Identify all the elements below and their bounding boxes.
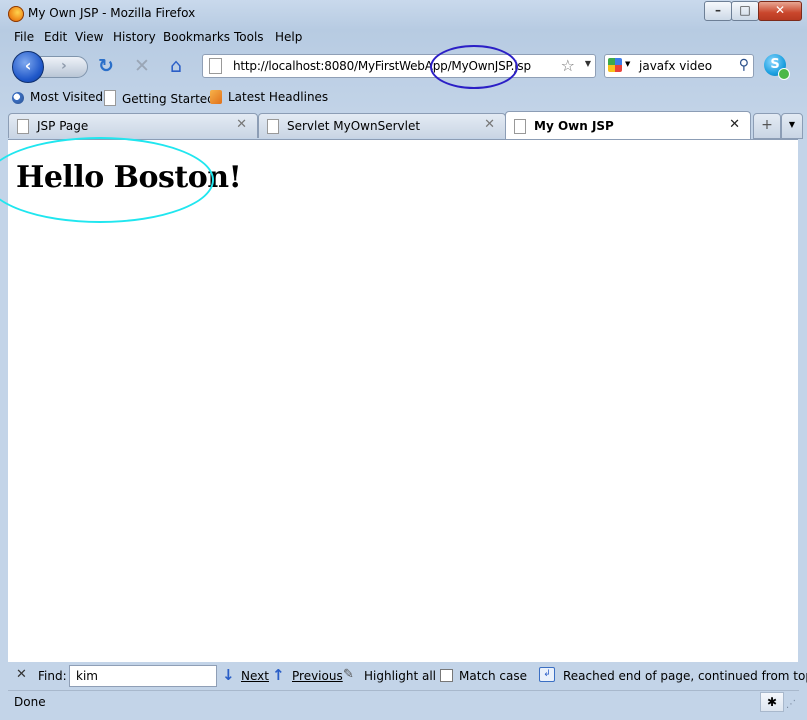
find-input-value: kim (76, 669, 98, 683)
menu-edit[interactable]: Edit (44, 30, 67, 44)
tab-jsp-page[interactable]: JSP Page ✕ (8, 113, 258, 138)
close-tab-icon[interactable]: ✕ (236, 117, 247, 132)
page-icon (209, 58, 222, 74)
highlighter-icon[interactable]: ✎ (343, 667, 354, 682)
tab-servlet[interactable]: Servlet MyOwnServlet ✕ (258, 113, 506, 138)
status-bar: Done ✱ ⋰ (8, 690, 799, 713)
forward-button[interactable]: › (40, 56, 88, 78)
close-tab-icon[interactable]: ✕ (729, 117, 740, 132)
bookmarks-toolbar: Most Visited Getting Started Latest Head… (0, 87, 807, 109)
search-magnifier-icon[interactable]: ⚲ (739, 57, 749, 73)
url-bar[interactable]: http://localhost:8080/MyFirstWebApp/MyOw… (202, 54, 596, 78)
new-tab-button[interactable]: + (753, 113, 781, 139)
close-window-button[interactable]: ✕ (758, 1, 802, 21)
bookmark-label: Getting Started (122, 92, 215, 106)
menu-bar: File Edit View History Bookmarks Tools H… (8, 30, 328, 48)
tab-list-button[interactable]: ▼ (781, 113, 803, 139)
arrow-up-icon[interactable]: ↑ (272, 666, 285, 684)
find-next-button[interactable]: Next (241, 669, 269, 683)
status-text: Done (14, 695, 46, 709)
menu-help[interactable]: Help (275, 30, 302, 44)
firefox-logo-icon (8, 6, 24, 22)
title-bar: My Own JSP - Mozilla Firefox – □ ✕ (0, 0, 807, 28)
bookmark-latest-headlines[interactable]: Latest Headlines (210, 90, 328, 104)
close-find-icon[interactable]: ✕ (16, 667, 27, 682)
navigation-toolbar: › ‹ ↻ ✕ ⌂ http://localhost:8080/MyFirstW… (0, 48, 807, 86)
match-case-checkbox[interactable] (440, 669, 453, 682)
close-icon: ✕ (774, 3, 786, 17)
maximize-button[interactable]: □ (731, 1, 759, 21)
menu-file[interactable]: File (14, 30, 34, 44)
find-label: Find: (38, 669, 67, 683)
find-bar: ✕ Find: kim ↓ Next ↑ Previous ✎ Highligh… (8, 662, 807, 690)
menu-tools[interactable]: Tools (234, 30, 264, 44)
firebug-icon[interactable]: ✱ (760, 692, 784, 712)
resize-grip-icon[interactable]: ⋰ (786, 699, 796, 710)
skype-status-icon (778, 68, 790, 80)
stop-icon[interactable]: ✕ (134, 56, 150, 76)
search-input[interactable]: javafx video (639, 59, 712, 73)
rss-icon (210, 90, 222, 104)
menu-bookmarks[interactable]: Bookmarks (163, 30, 230, 44)
find-input[interactable]: kim (69, 665, 217, 687)
highlight-all-button[interactable]: Highlight all (364, 669, 436, 683)
annotation-ellipse-url (430, 45, 518, 89)
bookmark-star-icon[interactable]: ☆ (561, 56, 575, 75)
search-engine-dropdown-icon[interactable]: ▼ (625, 60, 630, 68)
tab-label: Servlet MyOwnServlet (287, 119, 421, 133)
url-dropdown-icon[interactable]: ▼ (585, 59, 591, 68)
reload-icon[interactable]: ↻ (98, 56, 114, 76)
search-bar[interactable]: ▼ javafx video ⚲ (604, 54, 754, 78)
page-icon (17, 119, 29, 134)
menu-history[interactable]: History (113, 30, 156, 44)
minimize-button[interactable]: – (704, 1, 732, 21)
window-controls: – □ ✕ (704, 1, 802, 21)
bookmark-getting-started[interactable]: Getting Started (104, 90, 215, 106)
find-status-text: Reached end of page, continued from top (563, 669, 807, 683)
browser-window: My Own JSP - Mozilla Firefox – □ ✕ File … (0, 0, 807, 720)
forward-arrow-icon: › (61, 58, 67, 74)
tab-my-own-jsp[interactable]: My Own JSP ✕ (505, 111, 751, 139)
back-arrow-icon: ‹ (24, 56, 32, 75)
tab-label: JSP Page (37, 119, 89, 133)
maximize-icon: □ (739, 3, 751, 17)
tab-label: My Own JSP (534, 119, 614, 133)
minimize-icon: – (715, 3, 721, 17)
page-icon (104, 90, 116, 106)
page-icon (267, 119, 279, 134)
home-icon[interactable]: ⌂ (170, 56, 182, 76)
bookmark-label: Latest Headlines (228, 90, 329, 104)
tab-bar: JSP Page ✕ Servlet MyOwnServlet ✕ My Own… (0, 111, 807, 139)
smart-folder-icon (12, 92, 24, 104)
bookmark-label: Most Visited (30, 90, 104, 104)
menu-view[interactable]: View (75, 30, 103, 44)
page-icon (514, 119, 526, 134)
bookmark-most-visited[interactable]: Most Visited (12, 90, 103, 104)
back-forward-group: › ‹ (12, 51, 88, 83)
wrapped-search-icon: ↲ (539, 667, 555, 682)
arrow-down-icon[interactable]: ↓ (222, 666, 235, 684)
close-tab-icon[interactable]: ✕ (484, 117, 495, 132)
google-icon[interactable] (608, 58, 622, 72)
window-title: My Own JSP - Mozilla Firefox (28, 6, 196, 20)
find-previous-button[interactable]: Previous (292, 669, 343, 683)
match-case-label[interactable]: Match case (459, 669, 527, 683)
back-button[interactable]: ‹ (12, 51, 44, 83)
